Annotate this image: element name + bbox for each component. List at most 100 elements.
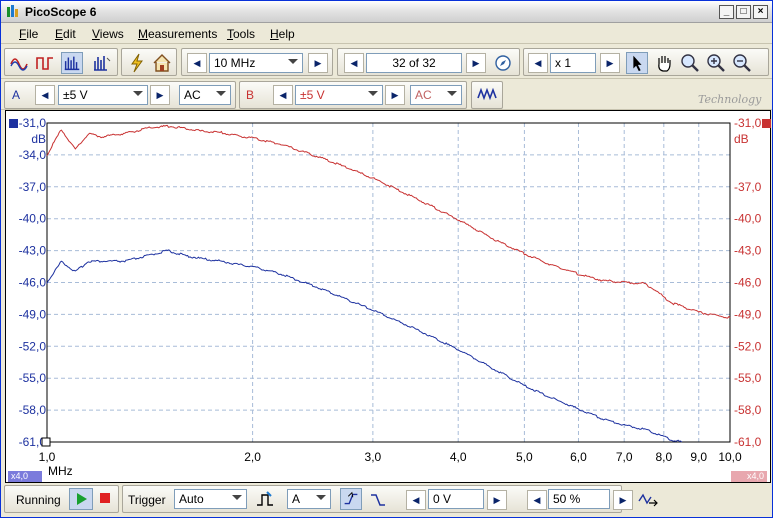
menu-edit[interactable]: Edit xyxy=(55,27,76,41)
window-title: PicoScope 6 xyxy=(25,5,97,19)
rising-edge-icon[interactable] xyxy=(340,488,362,510)
y-tick-label-right: -52,0 xyxy=(734,339,762,353)
channel-a-range-next[interactable]: ▶ xyxy=(150,85,170,105)
y-tick-label-right: -58,0 xyxy=(734,403,762,417)
menu-file[interactable]: File xyxy=(19,27,38,41)
spectrum-persistence-icon[interactable] xyxy=(91,52,113,74)
y-tick-label-left: -46,0 xyxy=(19,276,47,290)
series-line-b xyxy=(46,124,731,319)
channel-a-label[interactable]: A xyxy=(12,88,20,102)
auto-setup-icon[interactable] xyxy=(126,52,148,74)
buffer-next-button[interactable]: ▶ xyxy=(466,53,486,73)
y-tick-label-left: -37,0 xyxy=(19,180,47,194)
home-icon[interactable] xyxy=(151,52,173,74)
samplerate-group: ◀ 10 MHz ▶ xyxy=(181,48,333,76)
scope-mode-icon[interactable] xyxy=(9,52,31,74)
menu-bar: File Edit Views Measurements Tools Help xyxy=(1,24,772,44)
channel-b-group: B ◀ ±5 V ▶ AC xyxy=(239,81,467,109)
channel-toolbar: A ◀ ±5 V ▶ AC B ◀ ±5 V ▶ AC Technology xyxy=(1,79,772,110)
select-pointer-icon[interactable] xyxy=(626,52,648,74)
axis-origin-handle[interactable] xyxy=(41,437,51,447)
technology-watermark: Technology xyxy=(698,93,762,106)
y-tick-label-right: -61,0 xyxy=(734,435,762,449)
x-tick-label: 10,0 xyxy=(718,450,742,464)
samplerate-next-button[interactable]: ▶ xyxy=(308,53,328,73)
x-tick-label: 6,0 xyxy=(570,450,587,464)
y-tick-label-left: -55,0 xyxy=(19,371,47,385)
channel-b-range-select[interactable]: ±5 V xyxy=(295,85,383,105)
zoom-in-icon[interactable] xyxy=(705,52,727,74)
channel-a-range-prev[interactable]: ◀ xyxy=(35,85,55,105)
buffer-navigator-icon[interactable] xyxy=(492,52,514,74)
y-axis-label-right: dB xyxy=(734,132,749,146)
title-bar[interactable]: PicoScope 6 _ □ × xyxy=(1,1,772,23)
buffer-group: ◀ 32 of 32 ▶ xyxy=(337,48,520,76)
trigger-mode-select[interactable]: Auto xyxy=(174,489,247,509)
channel-b-zoom-badge: x4,0 xyxy=(731,471,767,482)
channel-b-range-next[interactable]: ▶ xyxy=(385,85,405,105)
trigger-level-next[interactable]: ▶ xyxy=(487,490,507,510)
samplerate-select[interactable]: 10 MHz xyxy=(209,53,303,73)
channel-a-axis-handle[interactable] xyxy=(9,119,18,128)
start-button[interactable] xyxy=(69,488,93,510)
zoom-prev-button[interactable]: ◀ xyxy=(528,53,548,73)
y-tick-label-right: -49,0 xyxy=(734,307,762,321)
pretrigger-next[interactable]: ▶ xyxy=(613,490,633,510)
trigger-level-prev[interactable]: ◀ xyxy=(406,490,426,510)
picoscope-window: PicoScope 6 _ □ × File Edit Views Measur… xyxy=(0,0,773,518)
menu-tools[interactable]: Tools xyxy=(227,27,255,41)
spectrum-view[interactable]: 1,0 2,0 3,0 4,0 5,0 6,0 7,0 8,0 9,0 10,0 -31,0 -34,… xyxy=(5,110,771,483)
y-tick-label-left: -43,0 xyxy=(19,244,47,258)
x-tick-label: 7,0 xyxy=(616,450,633,464)
x-tick-label: 9,0 xyxy=(690,450,707,464)
y-tick-label-right: -31,0 xyxy=(734,116,762,130)
falling-edge-icon[interactable] xyxy=(367,489,389,511)
menu-views[interactable]: Views xyxy=(92,27,124,41)
pretrigger-prev[interactable]: ◀ xyxy=(527,490,547,510)
channel-a-range-select[interactable]: ±5 V xyxy=(58,85,148,105)
minimize-button[interactable]: _ xyxy=(719,5,734,19)
menu-help[interactable]: Help xyxy=(270,27,295,41)
view-mode-group xyxy=(4,48,118,76)
channel-b-coupling-select[interactable]: AC xyxy=(410,85,462,105)
trigger-level-field[interactable]: 0 V xyxy=(428,489,484,509)
buffer-prev-button[interactable]: ◀ xyxy=(344,53,364,73)
zoom-out-icon[interactable] xyxy=(731,52,753,74)
zoom-area-icon[interactable] xyxy=(679,52,701,74)
close-button[interactable]: × xyxy=(753,5,768,19)
trigger-source-select[interactable]: A xyxy=(287,489,331,509)
x-axis-unit-label: MHz xyxy=(48,464,73,478)
y-tick-label-left: -58,0 xyxy=(19,403,47,417)
channel-a-zoom-badge: x4,0 xyxy=(8,471,42,482)
channel-b-axis-handle[interactable] xyxy=(762,119,771,128)
channel-b-range-prev[interactable]: ◀ xyxy=(273,85,293,105)
advanced-trigger-icon[interactable] xyxy=(254,489,276,511)
x-tick-label: 3,0 xyxy=(365,450,382,464)
post-trigger-delay-icon[interactable] xyxy=(637,489,659,511)
zoom-group: ◀ x 1 ▶ xyxy=(523,48,769,76)
x-tick-label: 2,0 xyxy=(244,450,261,464)
pretrigger-field[interactable]: 50 % xyxy=(548,489,610,509)
persistence-mode-icon[interactable] xyxy=(34,52,56,74)
samplerate-prev-button[interactable]: ◀ xyxy=(187,53,207,73)
spectrum-mode-icon[interactable] xyxy=(61,52,83,74)
x-tick-label: 1,0 xyxy=(39,450,56,464)
menu-measurements[interactable]: Measurements xyxy=(138,27,217,41)
y-tick-label-right: -46,0 xyxy=(734,276,762,290)
channel-b-label[interactable]: B xyxy=(246,88,254,102)
buffer-position-field[interactable]: 32 of 32 xyxy=(366,53,462,73)
y-tick-label-right: -43,0 xyxy=(734,244,762,258)
y-tick-label-left: -31,0 xyxy=(19,116,47,130)
spectrum-plot[interactable]: 1,0 2,0 3,0 4,0 5,0 6,0 7,0 8,0 9,0 10,0 -31,0 -34,… xyxy=(6,111,772,484)
stop-icon[interactable] xyxy=(99,492,111,504)
signal-generator-icon[interactable] xyxy=(476,84,498,106)
zoom-factor-field[interactable]: x 1 xyxy=(550,53,596,73)
signal-generator-group xyxy=(471,81,503,109)
hand-pan-icon[interactable] xyxy=(653,52,675,74)
y-tick-label-left: -52,0 xyxy=(19,339,47,353)
run-status-label: Running xyxy=(16,493,61,507)
channel-a-coupling-select[interactable]: AC xyxy=(179,85,231,105)
maximize-button[interactable]: □ xyxy=(736,5,751,19)
zoom-next-button[interactable]: ▶ xyxy=(600,53,620,73)
play-icon xyxy=(77,493,87,505)
